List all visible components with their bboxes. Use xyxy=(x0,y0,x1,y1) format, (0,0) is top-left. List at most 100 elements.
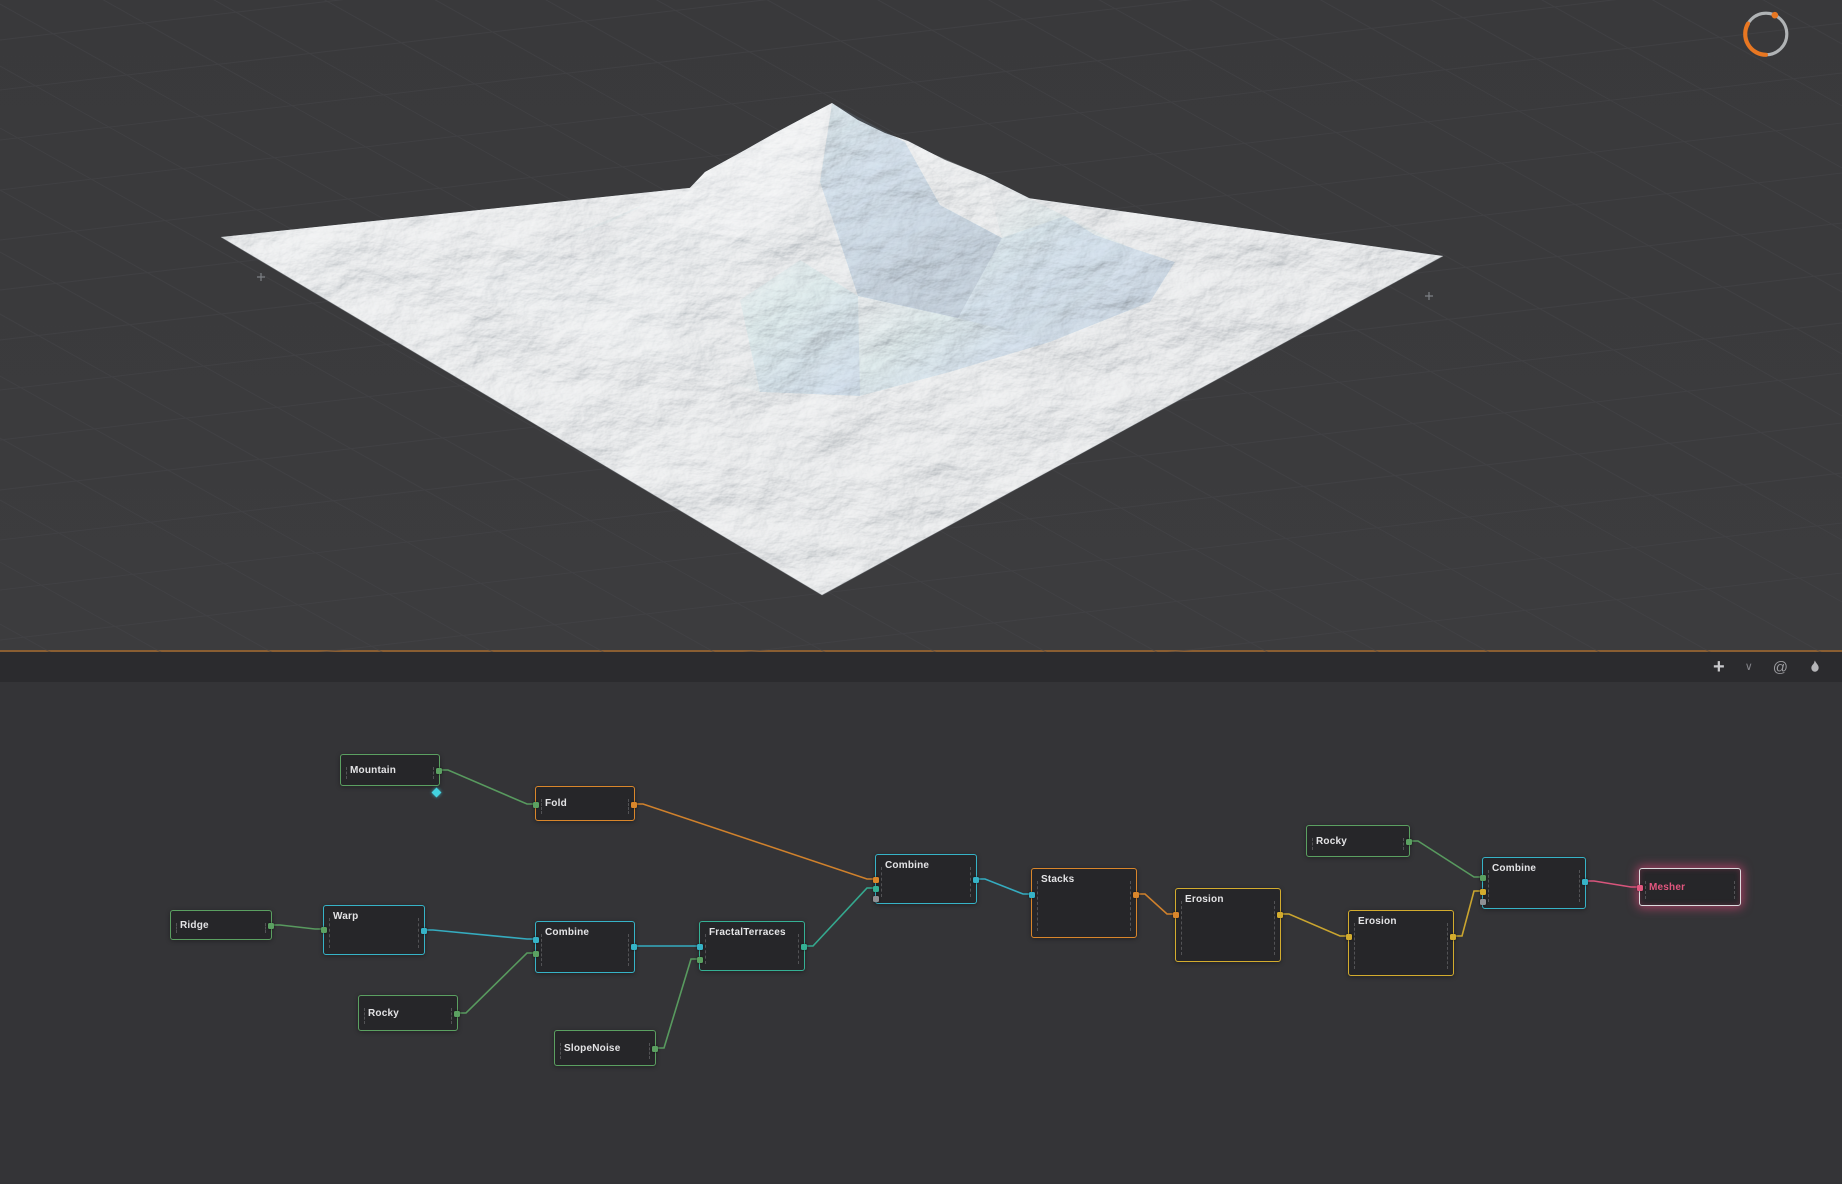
input-port[interactable] xyxy=(873,896,879,902)
input-port[interactable] xyxy=(697,957,703,963)
node-slopenoise[interactable]: SlopeNoise xyxy=(554,1030,658,1066)
node-mesher[interactable]: Mesher xyxy=(1637,868,1741,906)
output-port[interactable] xyxy=(268,923,274,929)
axis-marker-right xyxy=(1425,292,1433,300)
node-title: Warp xyxy=(333,911,359,922)
output-port[interactable] xyxy=(1450,934,1456,940)
node-combine-2[interactable]: Combine xyxy=(873,854,979,904)
output-port[interactable] xyxy=(1406,839,1412,845)
node-warp[interactable]: Warp xyxy=(321,905,427,955)
input-port[interactable] xyxy=(1637,885,1643,891)
output-port[interactable] xyxy=(421,928,427,934)
output-port[interactable] xyxy=(436,768,442,774)
port-rail xyxy=(329,918,330,948)
chevron-down-icon[interactable]: ∨ xyxy=(1745,661,1753,673)
node-erosion-2[interactable]: Erosion xyxy=(1346,910,1456,976)
port-rail xyxy=(1181,901,1182,955)
output-port[interactable] xyxy=(801,944,807,950)
node-combine-1[interactable]: Combine xyxy=(533,921,637,973)
input-port[interactable] xyxy=(873,886,879,892)
terrain-scene xyxy=(0,0,1842,652)
node-title: Ridge xyxy=(180,920,209,931)
node-title: SlopeNoise xyxy=(564,1043,621,1054)
node-title: Mesher xyxy=(1649,882,1686,893)
node-rocky-1[interactable]: Rocky xyxy=(358,995,460,1031)
node-ridge[interactable]: Ridge xyxy=(170,910,274,940)
port-rail xyxy=(560,1043,561,1059)
port-rail xyxy=(628,799,629,814)
axis-marker-left xyxy=(257,273,265,281)
port-rail xyxy=(265,923,266,933)
node-erosion-1[interactable]: Erosion xyxy=(1173,888,1283,962)
port-rail xyxy=(1488,870,1489,902)
port-rail xyxy=(628,934,629,966)
port-rail xyxy=(1037,881,1038,931)
app-window: + ∨ @ Mountain Fold Ridge Warp Rocky Combine S… xyxy=(0,0,1842,1182)
port-rail xyxy=(1447,923,1448,969)
flame-icon[interactable] xyxy=(1808,660,1822,674)
viewport-3d[interactable] xyxy=(0,0,1842,652)
node-title: Combine xyxy=(545,927,590,938)
port-rail xyxy=(541,934,542,966)
graph-toolbar: + ∨ @ xyxy=(0,652,1842,682)
node-fractalterraces[interactable]: FractalTerraces xyxy=(697,921,807,971)
input-port[interactable] xyxy=(1480,889,1486,895)
port-rail xyxy=(346,767,347,779)
node-title: Mountain xyxy=(350,765,397,776)
output-port[interactable] xyxy=(1133,892,1139,898)
output-port[interactable] xyxy=(652,1046,658,1052)
node-title: Combine xyxy=(1492,863,1537,874)
port-rail xyxy=(1579,870,1580,902)
output-port[interactable] xyxy=(973,877,979,883)
port-rail xyxy=(1274,901,1275,955)
input-port[interactable] xyxy=(697,944,703,950)
port-rail xyxy=(798,934,799,964)
node-title: Fold xyxy=(545,798,567,809)
node-title: Rocky xyxy=(1316,836,1348,847)
port-rail xyxy=(1354,923,1355,969)
node-title: Erosion xyxy=(1185,894,1224,905)
node-mountain[interactable]: Mountain xyxy=(340,754,442,786)
port-rail xyxy=(970,867,971,897)
port-rail xyxy=(1645,881,1646,899)
port-rail xyxy=(176,923,177,933)
port-rail xyxy=(541,799,542,814)
node-stacks[interactable]: Stacks xyxy=(1029,868,1139,938)
input-port[interactable] xyxy=(1346,934,1352,940)
input-port[interactable] xyxy=(873,877,879,883)
node-combine-3[interactable]: Combine xyxy=(1480,857,1588,909)
port-rail xyxy=(364,1008,365,1024)
port-rail xyxy=(433,767,434,779)
port-rail xyxy=(418,918,419,948)
output-port[interactable] xyxy=(631,944,637,950)
input-port[interactable] xyxy=(533,802,539,808)
node-fold[interactable]: Fold xyxy=(533,786,637,821)
port-rail xyxy=(1734,881,1735,899)
node-title: Combine xyxy=(885,860,930,871)
input-port[interactable] xyxy=(1173,912,1179,918)
add-node-icon[interactable]: + xyxy=(1713,657,1725,677)
node-layer: Mountain Fold Ridge Warp Rocky Combine SlopeNo… xyxy=(0,682,1842,1182)
port-rail xyxy=(649,1043,650,1059)
output-port[interactable] xyxy=(454,1011,460,1017)
input-port[interactable] xyxy=(1480,875,1486,881)
node-rocky-2[interactable]: Rocky xyxy=(1306,825,1412,857)
node-title: Rocky xyxy=(368,1008,400,1019)
port-rail xyxy=(1312,838,1313,850)
orbit-compass-icon[interactable] xyxy=(1740,8,1792,60)
port-rail xyxy=(451,1008,452,1024)
node-graph-canvas[interactable]: Mountain Fold Ridge Warp Rocky Combine SlopeNo… xyxy=(0,682,1842,1182)
input-port[interactable] xyxy=(321,927,327,933)
port-rail xyxy=(705,934,706,964)
input-port[interactable] xyxy=(1029,892,1035,898)
port-rail xyxy=(1403,838,1404,850)
input-port[interactable] xyxy=(533,951,539,957)
output-port[interactable] xyxy=(1277,912,1283,918)
mention-icon[interactable]: @ xyxy=(1773,660,1788,675)
input-port[interactable] xyxy=(1480,899,1486,905)
output-port[interactable] xyxy=(631,802,637,808)
node-title: Stacks xyxy=(1041,874,1075,885)
input-port[interactable] xyxy=(533,937,539,943)
output-port[interactable] xyxy=(1582,879,1588,885)
node-title: FractalTerraces xyxy=(709,927,786,938)
